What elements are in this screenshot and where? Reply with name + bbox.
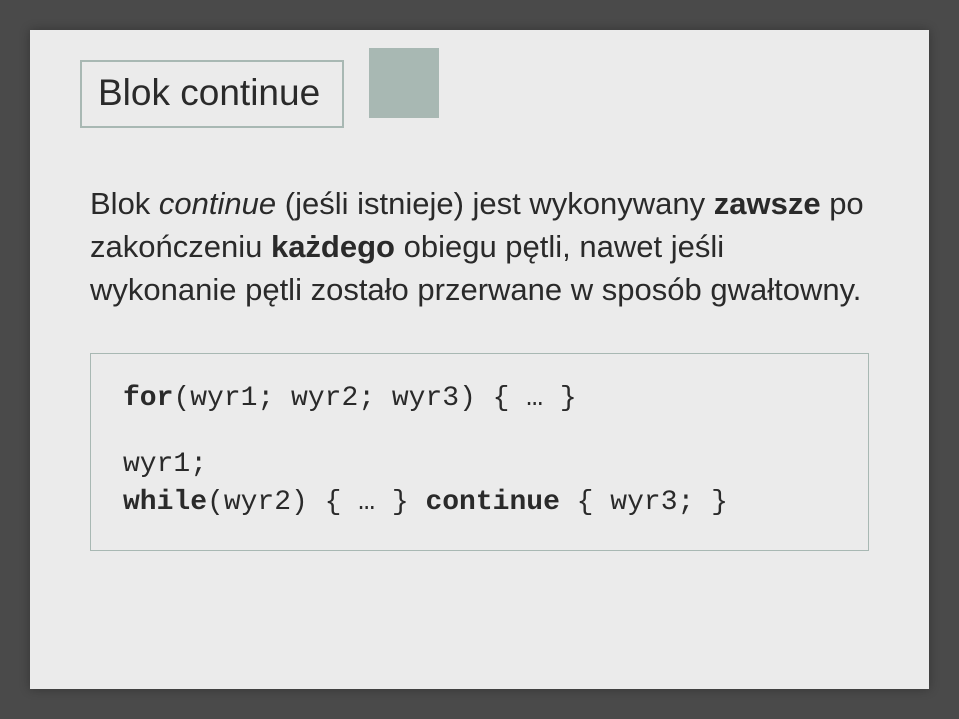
keyword-while: while	[123, 487, 207, 518]
slide: Blok continue Blok continue (jeśli istni…	[30, 30, 929, 689]
content-area: Blok continue (jeśli istnieje) jest wyko…	[80, 183, 879, 551]
text-italic-continue: continue	[159, 186, 276, 221]
code-text: { wyr3; }	[560, 487, 728, 518]
title-area: Blok continue	[80, 60, 344, 128]
code-line-wyr1: wyr1;	[123, 446, 836, 484]
slide-title: Blok continue	[98, 72, 320, 114]
code-text: (wyr2) { … }	[207, 487, 425, 518]
code-box: for(wyr1; wyr2; wyr3) { … } wyr1; while(…	[90, 353, 869, 550]
keyword-for: for	[123, 383, 173, 414]
title-box: Blok continue	[80, 60, 344, 128]
code-text: (wyr1; wyr2; wyr3) { … }	[173, 383, 576, 414]
text-bold-zawsze: zawsze	[714, 186, 821, 221]
text-bold-kazdego: każdego	[271, 229, 395, 264]
code-blank-line	[123, 418, 836, 446]
body-paragraph: Blok continue (jeśli istnieje) jest wyko…	[90, 183, 869, 311]
code-line-for: for(wyr1; wyr2; wyr3) { … }	[123, 380, 836, 418]
code-line-while: while(wyr2) { … } continue { wyr3; }	[123, 484, 836, 522]
keyword-continue: continue	[425, 487, 559, 518]
text-segment: Blok	[90, 186, 159, 221]
title-accent-square	[369, 48, 439, 118]
text-segment: (jeśli istnieje) jest wykonywany	[276, 186, 714, 221]
